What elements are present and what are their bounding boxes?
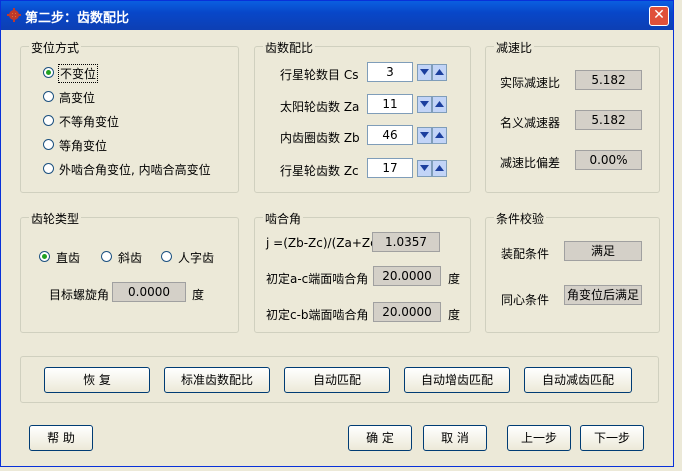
gear-type-group: 齿轮类型 bbox=[20, 210, 239, 333]
radio-helical[interactable] bbox=[101, 251, 112, 262]
previous-step-button[interactable]: 上一步 bbox=[507, 425, 571, 451]
ring-teeth-decrement[interactable] bbox=[417, 127, 432, 144]
background-window-edge bbox=[674, 0, 682, 471]
app-icon bbox=[7, 8, 21, 22]
ac-angle-value: 20.0000 bbox=[373, 266, 441, 286]
planet-teeth-increment[interactable] bbox=[432, 160, 447, 177]
ring-teeth-label: 内齿圈齿数 Zb bbox=[280, 131, 360, 145]
radio-no-shift[interactable] bbox=[43, 67, 54, 78]
next-step-button[interactable]: 下一步 bbox=[580, 425, 644, 451]
restore-button[interactable]: 恢 复 bbox=[44, 367, 150, 393]
ratio-deviation-label: 减速比偏差 bbox=[500, 156, 561, 170]
arrow-up-icon bbox=[435, 165, 444, 171]
ok-button[interactable]: 确 定 bbox=[348, 425, 412, 451]
cb-angle-value: 20.0000 bbox=[373, 302, 441, 322]
cb-angle-label: 初定c-b端面啮合角 bbox=[266, 308, 369, 322]
radio-height-shift[interactable] bbox=[43, 91, 54, 102]
radio-spur-label: 直齿 bbox=[56, 251, 81, 265]
auto-decrease-teeth-button[interactable]: 自动减齿匹配 bbox=[524, 367, 632, 393]
planet-teeth-label: 行星轮齿数 Zc bbox=[280, 164, 359, 178]
arrow-up-icon bbox=[435, 69, 444, 75]
cb-angle-unit: 度 bbox=[448, 308, 461, 322]
assembly-condition-value: 满足 bbox=[564, 241, 642, 261]
assembly-condition-label: 装配条件 bbox=[501, 247, 550, 261]
radio-spur[interactable] bbox=[39, 251, 50, 262]
radio-external-angle-internal-height-label: 外啮合角变位, 内啮合高变位 bbox=[59, 163, 211, 177]
auto-increase-teeth-button[interactable]: 自动增齿匹配 bbox=[404, 367, 510, 393]
actual-ratio-label: 实际减速比 bbox=[500, 76, 561, 90]
ring-teeth-input[interactable]: 46 bbox=[367, 125, 413, 145]
close-icon: ✕ bbox=[653, 7, 665, 23]
planet-teeth-input[interactable]: 17 bbox=[367, 158, 413, 178]
radio-equal-angle-shift[interactable] bbox=[43, 139, 54, 150]
helix-angle-label: 目标螺旋角 bbox=[49, 288, 110, 302]
nominal-ratio-value: 5.182 bbox=[575, 110, 642, 130]
background-window-edge-bottom bbox=[0, 467, 682, 471]
conditions-title: 条件校验 bbox=[494, 210, 547, 227]
radio-herringbone-label: 人字齿 bbox=[178, 251, 215, 265]
window-title: 第二步：齿数配比 bbox=[25, 11, 130, 26]
sun-teeth-increment[interactable] bbox=[432, 96, 447, 113]
helix-angle-unit: 度 bbox=[192, 288, 205, 302]
planet-count-input[interactable]: 3 bbox=[367, 62, 413, 82]
ac-angle-label: 初定a-c端面啮合角 bbox=[266, 272, 369, 286]
mesh-angle-title: 啮合角 bbox=[263, 210, 304, 227]
radio-herringbone[interactable] bbox=[161, 251, 172, 262]
planet-count-decrement[interactable] bbox=[417, 64, 432, 81]
cancel-button[interactable]: 取 消 bbox=[423, 425, 487, 451]
sun-teeth-decrement[interactable] bbox=[417, 96, 432, 113]
sun-teeth-input[interactable]: 11 bbox=[367, 94, 413, 114]
concentric-condition-value: 角变位后满足 bbox=[564, 285, 642, 305]
auto-match-button[interactable]: 自动匹配 bbox=[284, 367, 390, 393]
reduction-title: 减速比 bbox=[494, 39, 535, 56]
planet-count-label: 行星轮数目 Cs bbox=[280, 68, 359, 82]
conditions-group: 条件校验 bbox=[485, 210, 660, 333]
title-bar[interactable]: 第二步：齿数配比 ✕ bbox=[1, 1, 673, 30]
helix-angle-value: 0.0000 bbox=[112, 282, 186, 302]
gear-ratio-title: 齿数配比 bbox=[263, 39, 316, 56]
radio-helical-label: 斜齿 bbox=[118, 251, 143, 265]
arrow-down-icon bbox=[420, 165, 429, 171]
shift-mode-title: 变位方式 bbox=[29, 39, 82, 56]
nominal-ratio-label: 名义减速器 bbox=[500, 116, 561, 130]
close-button[interactable]: ✕ bbox=[649, 6, 669, 26]
ac-angle-unit: 度 bbox=[448, 272, 461, 286]
ring-teeth-increment[interactable] bbox=[432, 127, 447, 144]
concentric-condition-label: 同心条件 bbox=[501, 293, 550, 307]
planet-teeth-decrement[interactable] bbox=[417, 160, 432, 177]
dialog-window: 第二步：齿数配比 ✕ 变位方式 不变位 高变位 不等角变位 等角变位 外啮合角变… bbox=[0, 0, 674, 467]
radio-height-shift-label: 高变位 bbox=[59, 91, 96, 105]
j-ratio-value: 1.0357 bbox=[372, 232, 440, 252]
radio-unequal-angle-shift[interactable] bbox=[43, 115, 54, 126]
arrow-down-icon bbox=[420, 69, 429, 75]
radio-external-angle-internal-height[interactable] bbox=[43, 163, 54, 174]
standard-ratio-button[interactable]: 标准齿数配比 bbox=[164, 367, 270, 393]
radio-unequal-angle-shift-label: 不等角变位 bbox=[59, 115, 120, 129]
radio-equal-angle-shift-label: 等角变位 bbox=[59, 139, 108, 153]
ratio-deviation-value: 0.00% bbox=[575, 150, 642, 170]
j-ratio-label: j =(Zb-Zc)/(Za+Zc) bbox=[266, 236, 382, 250]
arrow-up-icon bbox=[435, 132, 444, 138]
gear-type-title: 齿轮类型 bbox=[29, 210, 82, 227]
sun-teeth-label: 太阳轮齿数 Za bbox=[280, 100, 360, 114]
arrow-up-icon bbox=[435, 101, 444, 107]
planet-count-increment[interactable] bbox=[432, 64, 447, 81]
actual-ratio-value: 5.182 bbox=[575, 70, 642, 90]
help-button[interactable]: 帮 助 bbox=[29, 425, 93, 451]
arrow-down-icon bbox=[420, 132, 429, 138]
arrow-down-icon bbox=[420, 101, 429, 107]
radio-no-shift-label: 不变位 bbox=[57, 64, 99, 83]
